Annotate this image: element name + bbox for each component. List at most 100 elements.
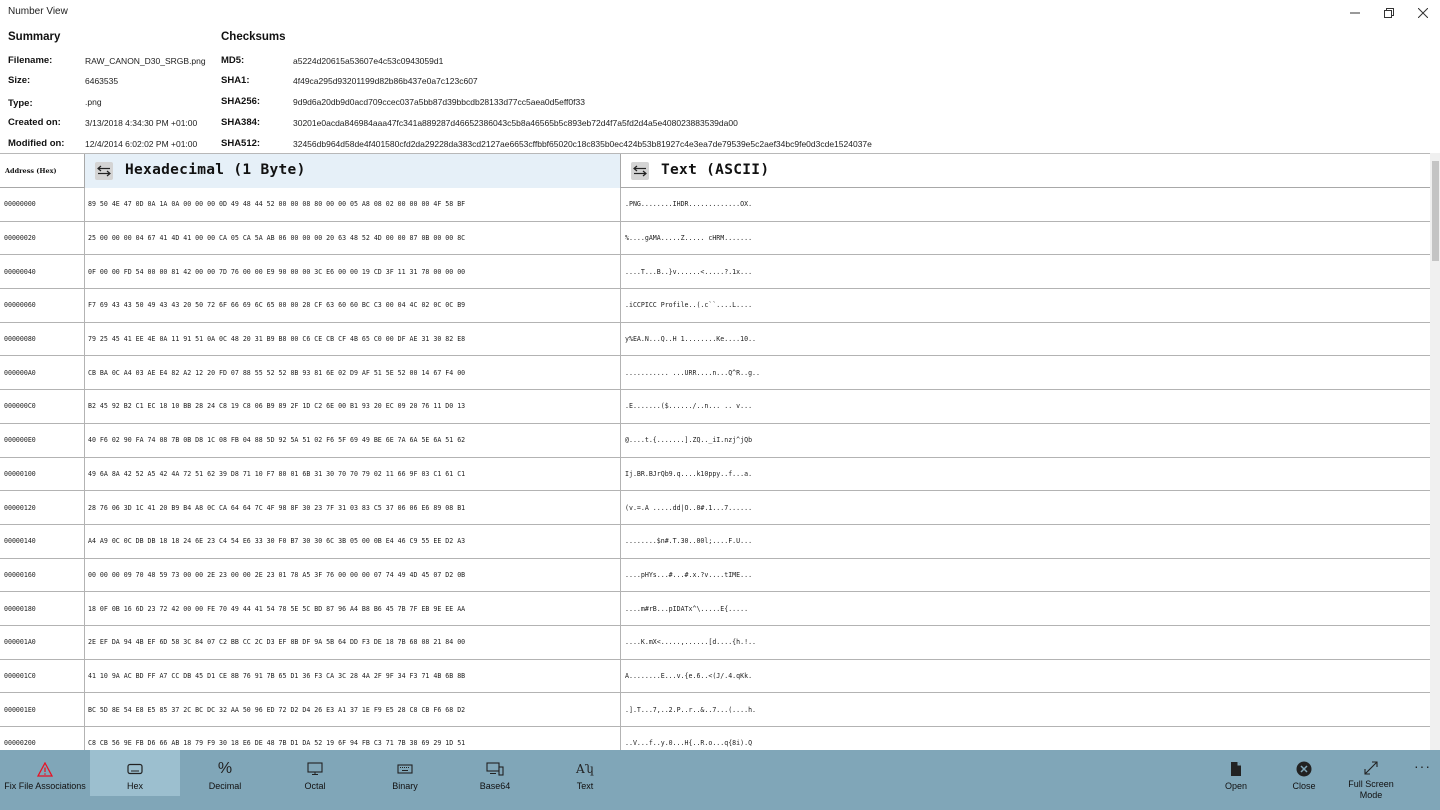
open-button[interactable]: Open	[1206, 750, 1266, 796]
address-cell: 00000180	[0, 592, 85, 625]
open-label: Open	[1224, 781, 1248, 791]
keyboard-icon	[397, 764, 413, 774]
text-cell[interactable]: ..V...f..y.0...H{..R.o...q{8i).Q	[621, 727, 1430, 750]
hex-cell[interactable]: 0F 00 00 FD 54 00 00 81 42 00 00 7D 76 0…	[85, 255, 621, 289]
hex-cell[interactable]: 00 00 00 09 70 48 59 73 00 00 2E 23 00 0…	[85, 558, 621, 592]
table-row: 00000100 49 6A 8A 42 52 A5 42 4A 72 51 62…	[0, 457, 1430, 492]
vertical-scrollbar[interactable]	[1430, 153, 1440, 750]
text-cell[interactable]: .PNG........IHDR.............OX.	[621, 188, 1430, 221]
hex-cell[interactable]: C8 CB 56 9E FB D6 66 AB 18 79 F9 30 18 E…	[85, 727, 621, 750]
octal-label: Octal	[304, 781, 326, 791]
close-button[interactable]: Close	[1274, 750, 1334, 796]
text-cell[interactable]: ....K.mX<.....,......[d....{h.!..	[621, 626, 1430, 659]
restore-button[interactable]	[1372, 0, 1406, 26]
address-cell: 000000E0	[0, 423, 85, 457]
text-header-label: Text (ASCII)	[661, 162, 770, 178]
text-cell[interactable]: ....m#rB...pIDATx^\.....E{.....	[621, 592, 1430, 625]
keyboard-icon	[127, 763, 143, 775]
hex-cell[interactable]: 49 6A 8A 42 52 A5 42 4A 72 51 62 39 D8 7…	[85, 457, 621, 491]
text-cell[interactable]: A........E...v.{e.6..<(J/.4.qKk.	[621, 660, 1430, 693]
text-column-header[interactable]: Text (ASCII)	[621, 154, 1430, 188]
hex-cell[interactable]: 18 0F 0B 16 6D 23 72 42 00 00 FE 70 49 4…	[85, 592, 621, 625]
address-cell: 00000200	[0, 727, 85, 750]
hex-button[interactable]: Hex	[90, 750, 180, 796]
more-options-button[interactable]: ···	[1414, 758, 1431, 774]
devices-icon	[486, 762, 504, 776]
size-value: 6463535	[85, 76, 119, 86]
size-label: Size:	[8, 75, 31, 86]
address-cell: 00000140	[0, 524, 85, 558]
table-row: 000000C0 B2 45 92 B2 C1 EC 18 10 BB 28 24…	[0, 390, 1430, 424]
table-row: 00000060 F7 69 43 43 50 49 43 43 20 50 72…	[0, 289, 1430, 323]
address-cell: 00000040	[0, 255, 85, 289]
table-row: 00000040 0F 00 00 FD 54 00 00 81 42 00 00…	[0, 255, 1430, 290]
sha256-label: SHA256:	[221, 96, 261, 107]
command-bar: Fix File Associations Hex % Decimal Octa…	[0, 750, 1440, 810]
title-bar: Number View	[0, 0, 1440, 26]
address-cell: 000001E0	[0, 693, 85, 726]
base64-button[interactable]: Base64	[450, 750, 540, 796]
sha512-value: 32456db964d58de4f401580cfd2da29228da383c…	[293, 139, 872, 149]
sha256-value: 9d9d6a20db9d0acd709ccec037a5bb87d39bbcdb…	[293, 97, 585, 107]
text-cell[interactable]: .E.......($....../..n... .. v...	[621, 390, 1430, 423]
hex-cell[interactable]: B2 45 92 B2 C1 EC 18 10 BB 28 24 C8 19 C…	[85, 390, 621, 423]
text-cell[interactable]: .].T...7,..2.P..r..&..7...(....h.	[621, 693, 1430, 726]
sha384-value: 30201e0acda846984aaa47fc341a889287d46652…	[293, 118, 738, 128]
hex-cell[interactable]: BC 5D 8E 54 E8 E5 85 37 2C BC DC 32 AA 5…	[85, 693, 621, 726]
text-cell[interactable]: %....gAMA.....Z..... cHRM.......	[621, 222, 1430, 255]
fix-file-associations-button[interactable]: Fix File Associations	[0, 750, 90, 796]
binary-label: Binary	[392, 781, 418, 791]
address-cell: 00000000	[0, 188, 85, 221]
hex-cell[interactable]: 79 25 45 41 EE 4E 0A 11 91 51 0A 0C 48 2…	[85, 322, 621, 356]
table-row: 00000180 18 0F 0B 16 6D 23 72 42 00 00 FE…	[0, 592, 1430, 626]
hex-cell[interactable]: 40 F6 02 90 FA 74 08 7B 0B D8 1C 08 FB 0…	[85, 423, 621, 457]
scrollbar-thumb[interactable]	[1432, 161, 1439, 261]
base64-label: Base64	[479, 781, 511, 791]
text-cell[interactable]: y%EA.N...Q..H 1........Ke....10..	[621, 323, 1430, 356]
hex-column-header[interactable]: Hexadecimal (1 Byte)	[85, 154, 621, 188]
close-window-button[interactable]	[1406, 0, 1440, 26]
address-cell: 000000C0	[0, 390, 85, 423]
close-icon	[1418, 8, 1428, 18]
hex-cell[interactable]: 25 00 00 00 04 67 41 4D 41 00 00 CA 05 C…	[85, 221, 621, 255]
minimize-button[interactable]	[1338, 0, 1372, 26]
address-cell: 00000160	[0, 558, 85, 592]
text-cell[interactable]: ....T...B..}v......<.....?.1x...	[621, 255, 1430, 288]
grid-rows: 00000000 89 50 4E 47 0D 0A 1A 0A 00 00 00…	[0, 188, 1430, 750]
text-button[interactable]: Aʮ Text	[540, 750, 630, 796]
text-cell[interactable]: ........$n#.T.30..00l;....F.U...	[621, 525, 1430, 558]
decimal-button[interactable]: % Decimal	[180, 750, 270, 796]
swap-arrows-icon[interactable]	[631, 162, 649, 180]
fix-file-associations-label: Fix File Associations	[4, 781, 86, 791]
text-cell[interactable]: .iCCPICC Profile..(.c``....L....	[621, 289, 1430, 322]
swap-arrows-icon[interactable]	[95, 162, 113, 180]
grid-header: Address (Hex) Hexadecimal (1 Byte) Text …	[0, 154, 1430, 188]
text-cell[interactable]: ....pHYs...#...#.x.?v....tIME...	[621, 559, 1430, 592]
sha512-label: SHA512:	[221, 138, 261, 149]
octal-button[interactable]: Octal	[270, 750, 360, 796]
text-cell[interactable]: ........... ...URR....n...Q^R..g..	[621, 356, 1430, 389]
file-icon	[1231, 762, 1241, 776]
sha1-label: SHA1:	[221, 75, 250, 86]
text-cell[interactable]: @....t.{.......].ZQ.._iI.nzj^jQb	[621, 424, 1430, 457]
hex-cell[interactable]: F7 69 43 43 50 49 43 43 20 50 72 6F 66 6…	[85, 289, 621, 322]
checksums-title: Checksums	[221, 31, 286, 43]
hex-cell[interactable]: 41 10 9A AC BD FF A7 CC DB 45 D1 CE 8B 7…	[85, 659, 621, 693]
hex-cell[interactable]: 28 76 06 3D 1C 41 20 B9 B4 A8 0C CA 64 6…	[85, 491, 621, 524]
table-row: 00000120 28 76 06 3D 1C 41 20 B9 B4 A8 0C…	[0, 491, 1430, 525]
binary-button[interactable]: Binary	[360, 750, 450, 796]
close-circle-icon	[1296, 761, 1312, 777]
hex-cell[interactable]: 89 50 4E 47 0D 0A 1A 0A 00 00 00 0D 49 4…	[85, 188, 621, 221]
hex-cell[interactable]: CB BA 0C A4 03 AE E4 82 A2 12 20 FD 07 8…	[85, 356, 621, 390]
text-cell[interactable]: (v.=.A .....dd|O..0#.1...7......	[621, 491, 1430, 524]
text-cell[interactable]: Ij.BR.BJrQb9.q....k10ppy..f...a.	[621, 458, 1430, 491]
hex-label: Hex	[126, 781, 143, 791]
file-info-panel: Summary Filename: RAW_CANON_D30_SRGB.png…	[0, 26, 1440, 152]
text-label: Text	[576, 781, 594, 791]
hex-cell[interactable]: 2E EF DA 94 4B EF 6D 58 3C 84 07 C2 BB C…	[85, 625, 621, 659]
hex-cell[interactable]: A4 A9 0C 0C DB DB 18 18 24 6E 23 C4 54 E…	[85, 524, 621, 558]
address-cell: 00000120	[0, 491, 85, 524]
fullscreen-button[interactable]: Full Screen Mode	[1341, 750, 1401, 800]
fullscreen-icon	[1364, 761, 1378, 775]
close-label: Close	[1292, 781, 1316, 791]
